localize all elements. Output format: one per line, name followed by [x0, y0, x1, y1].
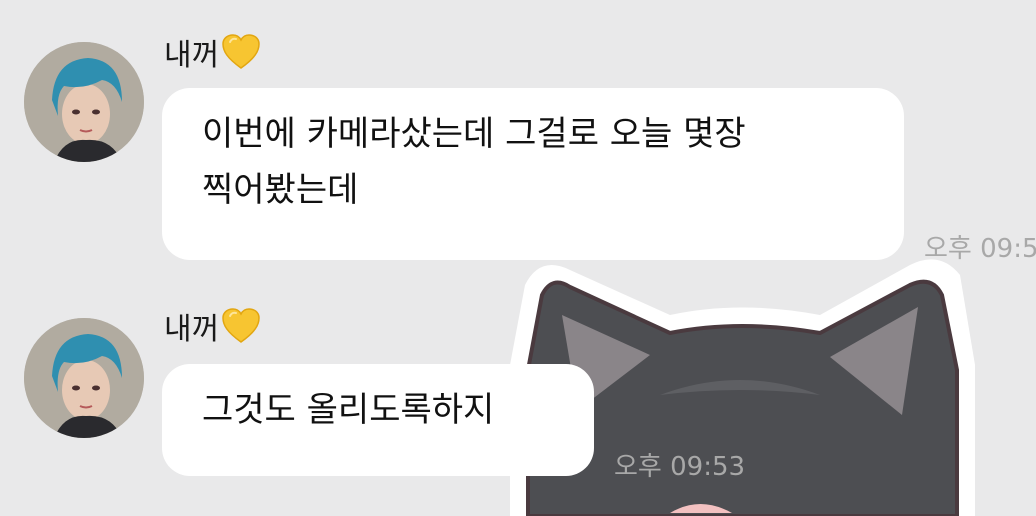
sender-row: 내꺼 — [164, 306, 261, 347]
yellow-heart-icon — [221, 307, 261, 345]
avatar-photo — [24, 318, 144, 438]
message-line: 찍어봤는데 — [202, 170, 359, 210]
sender-row: 내꺼 — [164, 32, 261, 73]
message-bubble[interactable]: 그것도 올리도록하지 — [162, 364, 594, 476]
yellow-heart-icon — [221, 33, 261, 71]
sender-name: 내꺼 — [164, 38, 220, 73]
avatar-photo — [24, 42, 144, 162]
sender-avatar[interactable] — [24, 318, 144, 438]
message-timestamp: 오후 09:5 — [924, 234, 1036, 264]
message-line: 이번에 카메라샀는데 그걸로 오늘 몇장 — [202, 114, 746, 154]
chat-room: 내꺼 이번에 카메라샀는데 그걸로 오늘 몇장 찍어봤는데 오후 09:5 내꺼… — [0, 0, 1036, 516]
message-line: 그것도 올리도록하지 — [202, 390, 495, 430]
message-timestamp: 오후 09:53 — [614, 452, 746, 482]
sender-name: 내꺼 — [164, 312, 220, 347]
message-bubble[interactable]: 이번에 카메라샀는데 그걸로 오늘 몇장 찍어봤는데 — [162, 88, 904, 260]
sender-avatar[interactable] — [24, 42, 144, 162]
